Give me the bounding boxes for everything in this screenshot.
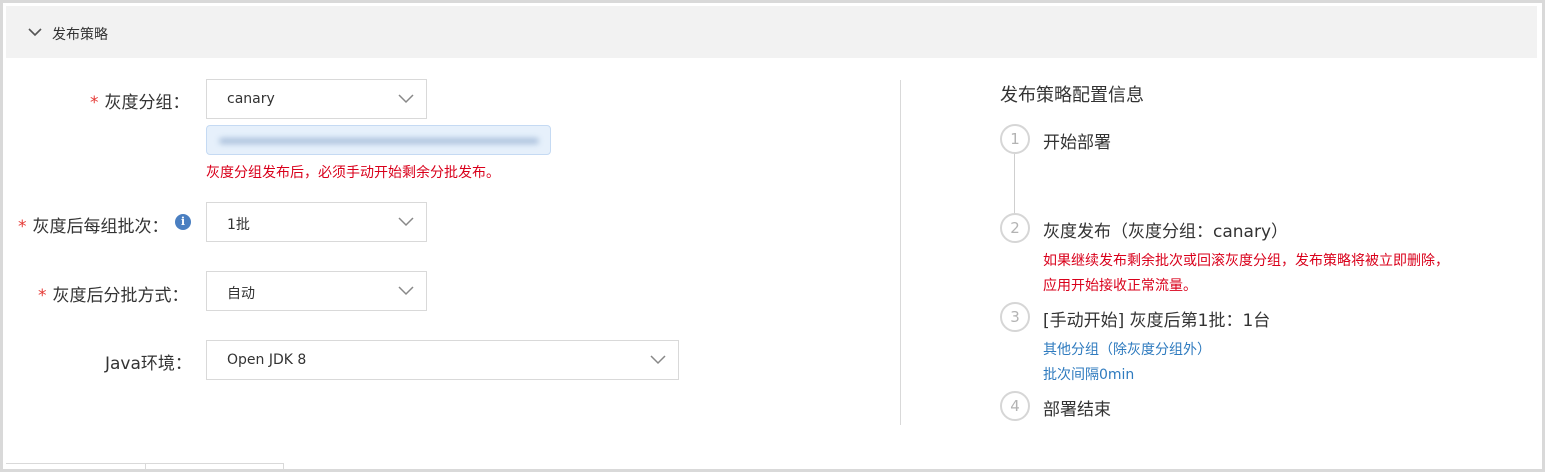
required-mark: * (18, 217, 27, 237)
batch-mode-label: * 灰度后分批方式： (38, 281, 189, 306)
step-4-title: 部署结束 (1043, 400, 1111, 420)
chevron-down-icon (398, 286, 414, 296)
java-env-value: Open JDK 8 (227, 352, 307, 368)
step-2-title: 灰度发布（灰度分组：canary） (1043, 222, 1289, 242)
blurred-info-field (206, 125, 551, 155)
step-1-title: 开始部署 (1043, 133, 1111, 153)
column-divider (900, 80, 901, 425)
batch-mode-select[interactable]: 自动 (206, 271, 427, 311)
required-mark: * (38, 286, 47, 306)
chevron-down-icon[interactable] (28, 28, 42, 37)
batch-mode-value: 自动 (227, 286, 255, 302)
step-3-title: [手动开始] 灰度后第1批：1台 (1043, 311, 1271, 331)
canary-group-value: canary (227, 91, 275, 107)
canary-group-select[interactable]: canary (206, 79, 427, 119)
step-1-number: 1 (1000, 124, 1030, 154)
bottom-tab-bar (6, 463, 284, 472)
java-env-label: Java环境： (105, 349, 192, 374)
section-title: 发布策略 (52, 27, 108, 43)
batches-label: * 灰度后每组批次： (18, 212, 169, 237)
batch-mode-label-text: 灰度后分批方式： (52, 286, 189, 306)
chevron-down-icon (398, 217, 414, 227)
tab-separator (145, 464, 146, 472)
step-connector (1014, 154, 1015, 218)
step-4-number: 4 (1000, 391, 1030, 421)
step-2-number: 2 (1000, 213, 1030, 243)
batches-value: 1批 (227, 217, 250, 233)
section-header[interactable]: 发布策略 (6, 6, 1537, 58)
strategy-summary-title: 发布策略配置信息 (1000, 85, 1144, 106)
batches-label-text: 灰度后每组批次： (32, 217, 169, 237)
chevron-down-icon (650, 355, 666, 365)
canary-group-label: * 灰度分组： (90, 88, 190, 113)
step-3-number: 3 (1000, 302, 1030, 332)
step-2-warning-line-2: 应用开始接收正常流量。 (1043, 278, 1197, 294)
required-mark: * (90, 93, 99, 113)
chevron-down-icon (398, 94, 414, 104)
blurred-content (219, 138, 539, 144)
java-env-select[interactable]: Open JDK 8 (206, 340, 679, 380)
step-3-note-line-1: 其他分组（除灰度分组外） (1043, 342, 1211, 358)
step-2-warning-line-1: 如果继续发布剩余批次或回滚灰度分组，发布策略将被立即删除， (1043, 253, 1449, 269)
step-3-note-line-2: 批次间隔0min (1043, 367, 1135, 383)
canary-group-error: 灰度分组发布后，必须手动开始剩余分批发布。 (206, 165, 500, 181)
info-icon[interactable]: i (175, 214, 191, 230)
java-env-label-text: Java环境： (105, 354, 192, 374)
batches-select[interactable]: 1批 (206, 202, 427, 242)
canary-group-label-text: 灰度分组： (104, 93, 190, 113)
